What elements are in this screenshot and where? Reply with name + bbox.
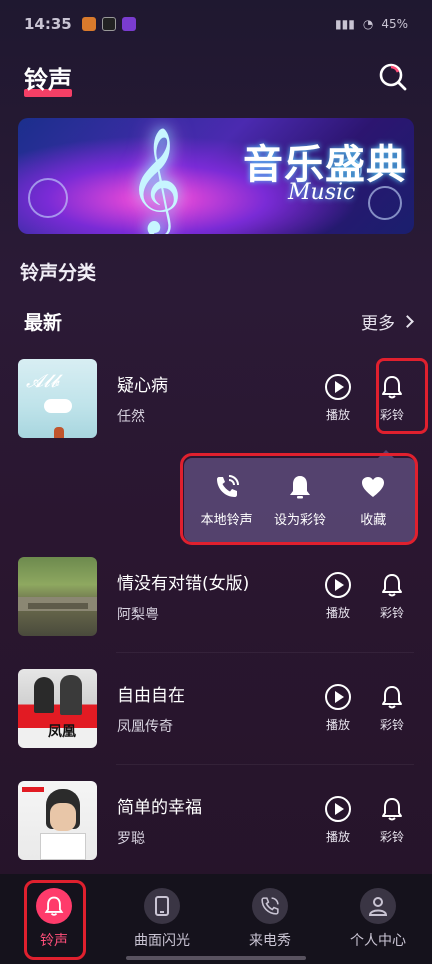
phone-screen-icon [144,888,180,924]
tab-caller-show[interactable]: 来电秀 [225,888,315,950]
song-artist: 凤凰传奇 [117,718,173,735]
page-title: 铃声 [24,60,72,97]
phone-call-tab-icon [252,888,288,924]
song-artist: 罗聪 [117,830,145,847]
search-icon [379,63,407,91]
song-cover [18,556,97,636]
tab-highlight [24,880,86,960]
ringback-button[interactable]: 彩铃 [370,796,414,845]
song-artist: 任然 [117,408,145,425]
signal-icon: ▮▮▮ [335,17,355,31]
more-button[interactable]: 更多 [361,309,414,334]
song-item[interactable]: 简单的幸福 罗聪 播放 彩铃 [18,780,414,860]
play-label: 播放 [325,407,350,422]
song-name: 情没有对错(女版) [117,573,250,594]
play-button[interactable]: 播放 [316,571,360,621]
song-cover: 𝓐𝓵𝓫 [18,358,97,438]
song-cover: 凤凰 [18,668,97,748]
status-bar: 14:35 ▮▮▮ ◔ 45% [0,0,432,48]
song-name: 简单的幸福 [117,797,202,818]
treble-clef-icon: 𝄞 [128,126,183,233]
battery-level: 45% [381,17,408,31]
ringback-button[interactable]: 彩铃 [370,684,414,733]
song-name: 自由自在 [117,685,185,706]
tab-caller-show-label: 来电秀 [249,933,291,949]
category-title: 铃声分类 [20,262,97,284]
promo-banner[interactable]: 𝄞 音乐盛典 Music [18,118,414,234]
more-label: 更多 [361,313,395,334]
play-icon [325,683,351,710]
search-button[interactable] [378,62,408,92]
play-button[interactable]: 播放 [316,683,360,733]
bell-icon [382,573,402,596]
tab-profile-label: 个人中心 [350,933,406,949]
song-name: 疑心病 [117,375,168,396]
song-cover [18,780,97,860]
status-app-icons [81,17,136,31]
tab-edge-light[interactable]: 曲面闪光 [117,888,207,950]
tab-profile[interactable]: 个人中心 [333,888,423,950]
tab-edge-light-label: 曲面闪光 [134,933,190,949]
ringback-label: 彩铃 [379,717,404,732]
ringback-label: 彩铃 [379,605,404,620]
song-artist: 阿梨粤 [117,606,159,623]
chevron-right-icon [401,314,414,328]
popup-highlight [180,453,418,545]
play-icon [325,571,351,598]
user-icon [360,888,396,924]
play-icon [325,795,351,822]
play-label: 播放 [325,605,350,620]
ringback-button[interactable]: 彩铃 [370,572,414,621]
play-label: 播放 [325,829,350,844]
list-divider [116,652,414,653]
ringback-label: 彩铃 [379,829,404,844]
latest-label: 最新 [24,311,63,334]
play-button[interactable]: 播放 [316,373,360,423]
bell-icon [382,797,402,820]
bell-icon [382,685,402,708]
song-item[interactable]: 凤凰 自由自在 凤凰传奇 播放 彩铃 [18,668,414,748]
status-time: 14:35 [24,15,72,33]
play-label: 播放 [325,717,350,732]
play-icon [325,373,351,400]
list-divider [116,764,414,765]
banner-subtitle: Music [288,180,356,205]
ringback-highlight [376,358,428,434]
song-item[interactable]: 𝓐𝓵𝓫 疑心病 任然 播放 彩铃 [18,358,414,438]
home-indicator [126,956,306,960]
song-item[interactable]: 情没有对错(女版) 阿梨粤 播放 彩铃 [18,556,414,636]
latest-section-header: 最新 更多 [24,306,414,336]
status-right: ▮▮▮ ◔ 45% [335,17,408,31]
play-button[interactable]: 播放 [316,795,360,845]
wifi-icon: ◔ [362,17,374,31]
header: 铃声 [24,52,408,102]
